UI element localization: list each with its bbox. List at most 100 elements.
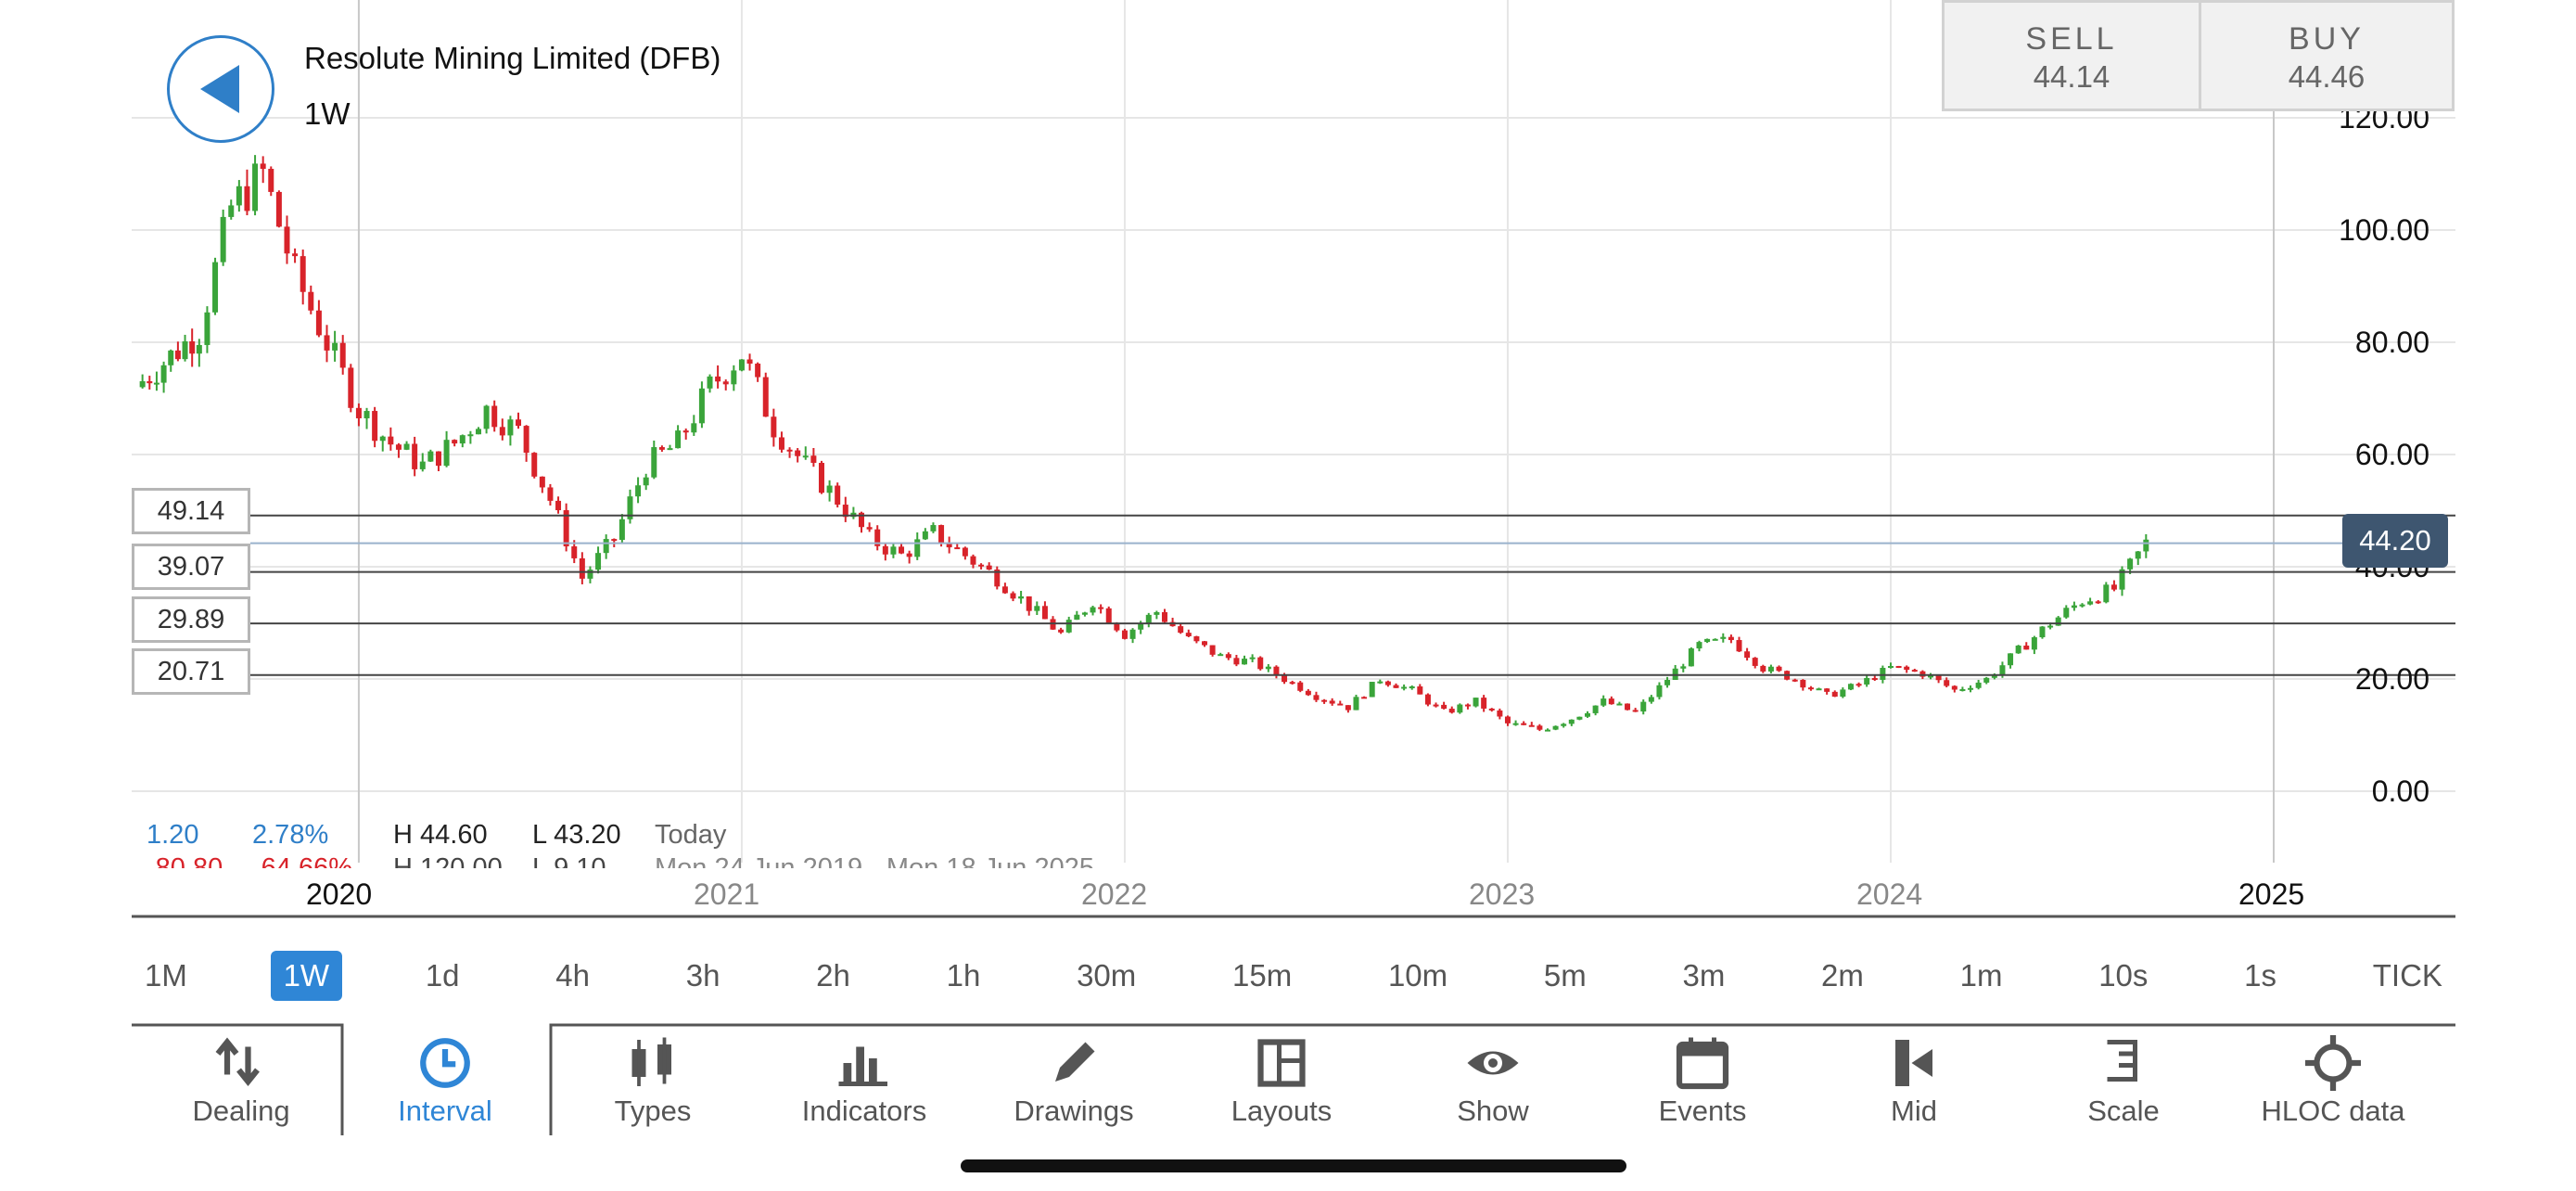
candle-up [2103, 584, 2110, 603]
candle-down [308, 291, 314, 311]
interval-2m[interactable]: 2m [1808, 951, 1877, 1001]
candle-up [1561, 724, 1567, 726]
candle-down [1026, 596, 1032, 611]
candle-up [1218, 654, 1224, 657]
toolbar-dealing-button[interactable]: Dealing [148, 1022, 334, 1135]
x-tick-2020: 2020 [306, 877, 373, 911]
candle-up [1090, 607, 1096, 613]
candle-up [1154, 611, 1160, 615]
interval-1w[interactable]: 1W [270, 951, 343, 1001]
toolbar-indicators-button[interactable]: Indicators [772, 1022, 957, 1135]
candle-up [1544, 729, 1550, 732]
y-tick-label: 80.00 [2355, 326, 2429, 359]
candle-down [1105, 608, 1112, 623]
level-box-3[interactable]: 29.89 [132, 596, 250, 643]
candle-down [1944, 680, 1950, 686]
candle-down [1098, 607, 1104, 609]
candle-up [1983, 677, 1990, 683]
candle-down [189, 341, 196, 354]
candle-up [2031, 637, 2037, 650]
candle-up [220, 216, 226, 263]
crosshair-icon [2305, 1035, 2361, 1091]
interval-1m[interactable]: 1M [132, 951, 200, 1001]
candle-down [292, 253, 299, 257]
stat-high: H 44.60 [393, 820, 488, 850]
toolbar-label: Show [1457, 1095, 1529, 1127]
candle-up [2127, 558, 2134, 570]
candle-up [419, 461, 426, 469]
candle-down [1800, 679, 1806, 688]
interval-1s[interactable]: 1s [2231, 951, 2289, 1001]
interval-2h[interactable]: 2h [803, 951, 863, 1001]
toolbar-events-button[interactable]: Events [1610, 1022, 1795, 1135]
candle-down [1161, 611, 1167, 622]
x-tick-2023: 2023 [1469, 877, 1536, 911]
toolbar-label: Scale [2087, 1095, 2160, 1127]
interval-1h[interactable]: 1h [934, 951, 994, 1001]
price-chart[interactable]: 120.00100.0080.0060.0040.0020.000.00 [0, 0, 2576, 928]
interval-1d[interactable]: 1d [413, 951, 473, 1001]
toolbar-show-button[interactable]: Show [1400, 1022, 1586, 1135]
toolbar-drawings-button[interactable]: Drawings [981, 1022, 1167, 1135]
candle-up [160, 365, 167, 383]
chart-area[interactable]: 120.00100.0080.0060.0040.0020.000.00 Res… [0, 0, 2576, 928]
candle-up [2079, 604, 2085, 607]
candle-down [531, 453, 538, 477]
level-box-2[interactable]: 39.07 [132, 544, 250, 590]
candle-up [1999, 665, 2006, 675]
candle-down [882, 545, 888, 555]
candle-down [1521, 723, 1527, 725]
candle-down [174, 350, 181, 360]
interval-10s[interactable]: 10s [2085, 951, 2161, 1001]
interval-3m[interactable]: 3m [1669, 951, 1738, 1001]
level-box-1[interactable]: 49.14 [132, 488, 250, 534]
sell-button[interactable]: SELL 44.14 [1942, 0, 2201, 111]
interval-15m[interactable]: 15m [1219, 951, 1305, 1001]
candle-down [1497, 710, 1503, 717]
toolbar-label: Types [614, 1095, 692, 1127]
current-price-tag: 44.20 [2342, 514, 2448, 568]
back-button[interactable] [167, 35, 274, 143]
candle-up [2008, 653, 2014, 666]
candle-down [1736, 640, 1742, 652]
candle-up [483, 405, 490, 429]
candle-down [1855, 684, 1862, 686]
x-tick-2024: 2024 [1856, 877, 1923, 911]
toolbar-hloc-data-button[interactable]: HLOC data [2240, 1022, 2426, 1135]
bars-icon [838, 1046, 887, 1086]
home-indicator [961, 1159, 1626, 1172]
candle-down [395, 444, 402, 450]
stat-period: Today [655, 820, 727, 850]
interval-10m[interactable]: 10m [1375, 951, 1460, 1001]
toolbar-scale-button[interactable]: Scale [2031, 1022, 2216, 1135]
candle-down [1233, 658, 1240, 665]
interval-tick[interactable]: TICK [2360, 951, 2455, 1001]
buy-button[interactable]: BUY 44.46 [2199, 0, 2455, 111]
candle-down [746, 359, 753, 365]
candle-up [2047, 625, 2054, 628]
interval-4h[interactable]: 4h [542, 951, 603, 1001]
candle-up [738, 359, 745, 371]
level-box-4[interactable]: 20.71 [132, 648, 250, 695]
candle-up [914, 539, 921, 557]
candle-down [899, 546, 905, 554]
candle-down [1632, 710, 1639, 712]
candle-down [1488, 708, 1495, 711]
interval-5m[interactable]: 5m [1531, 951, 1600, 1001]
toolbar-layouts-button[interactable]: Layouts [1189, 1022, 1374, 1135]
interval-3h[interactable]: 3h [673, 951, 733, 1001]
interval-1m[interactable]: 1m [1947, 951, 2016, 1001]
toolbar-mid-button[interactable]: Mid [1821, 1022, 2007, 1135]
candle-down [786, 449, 793, 452]
interval-30m[interactable]: 30m [1064, 951, 1149, 1001]
candle-up [2039, 626, 2046, 638]
candle-down [722, 381, 729, 385]
candle-down [339, 342, 346, 368]
range-change-pct: -64.66% [252, 853, 353, 868]
y-tick-label: 0.00 [2372, 775, 2429, 808]
toolbar-interval-button[interactable]: Interval [352, 1022, 538, 1135]
toolbar-types-button[interactable]: Types [560, 1022, 746, 1135]
candle-down [1760, 665, 1766, 672]
candle-down [1433, 704, 1439, 707]
y-tick-label: 100.00 [2339, 213, 2429, 247]
